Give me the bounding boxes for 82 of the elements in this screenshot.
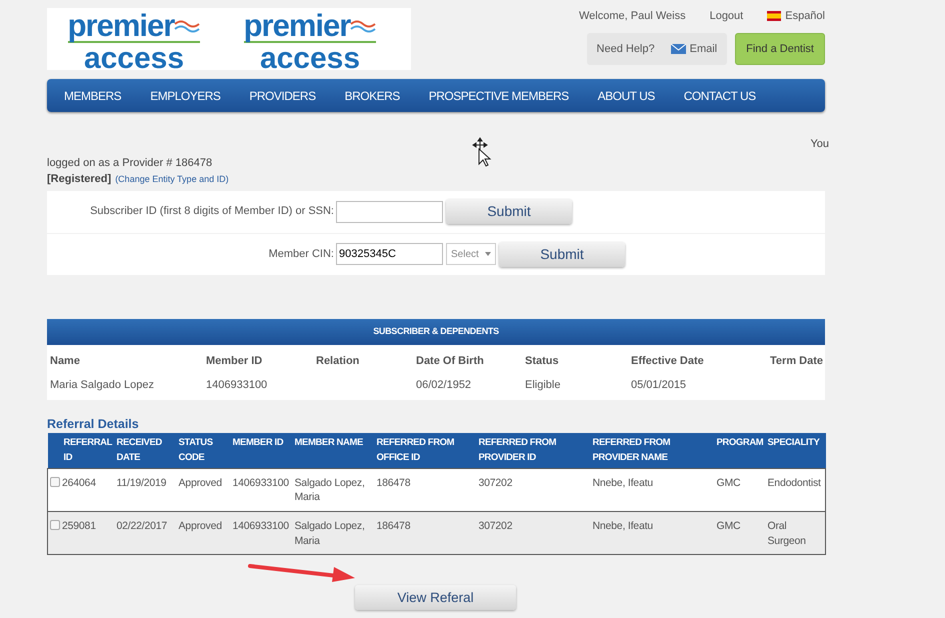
input-field[interactable] bbox=[336, 200, 443, 222]
checkbox[interactable] bbox=[50, 520, 60, 530]
field-label: Member CIN: bbox=[268, 246, 335, 262]
table-cell: 259081 bbox=[62, 520, 96, 532]
view-referral-button[interactable]: View Referal bbox=[355, 585, 516, 610]
column-header: Name bbox=[50, 354, 80, 366]
nav-link[interactable]: PROSPECTIVE MEMBERS bbox=[428, 86, 569, 104]
table-cell: 1406933100 bbox=[206, 379, 268, 391]
wave-icon bbox=[350, 18, 376, 32]
column-header: PROGRAM bbox=[714, 433, 766, 468]
checkbox[interactable] bbox=[50, 476, 60, 487]
table-cell: 05/01/2015 bbox=[631, 379, 686, 391]
email-link[interactable]: Email bbox=[670, 40, 718, 57]
table-cell: Nnebe, Ifeatu bbox=[592, 520, 653, 532]
table-cell: Salgado Lopez, Maria bbox=[294, 476, 365, 504]
table-cell: 02/22/2017 bbox=[116, 520, 168, 532]
table-cell: GMC bbox=[716, 520, 740, 532]
help-text: Need Help? bbox=[596, 42, 655, 56]
table-cell: 264064 bbox=[62, 476, 96, 489]
nav-link[interactable]: ABOUT US bbox=[598, 86, 655, 104]
column-header: MEMBER ID bbox=[230, 433, 292, 468]
table-cell: Approved bbox=[178, 520, 222, 532]
column-header: Status bbox=[525, 354, 559, 366]
column-header: Date Of Birth bbox=[416, 354, 484, 366]
logo-text: access bbox=[84, 43, 184, 74]
submit-button[interactable]: Submit bbox=[446, 199, 572, 224]
nav-link[interactable]: CONTACT US bbox=[684, 86, 756, 104]
table-cell: Oral Surgeon bbox=[768, 520, 806, 547]
find-dentist-button[interactable]: Find a Dentist bbox=[735, 32, 825, 65]
nav-link[interactable]: EMPLOYERS bbox=[150, 86, 220, 104]
column-header: Relation bbox=[316, 354, 360, 366]
submit-button[interactable]: Submit bbox=[499, 242, 625, 266]
select-dropdown[interactable]: Select bbox=[446, 243, 496, 265]
wave-icon bbox=[174, 18, 200, 32]
column-header: STATUS CODE bbox=[176, 433, 230, 468]
field-label: Subscriber ID (first 8 digits of Member ID) or SSN: bbox=[89, 204, 335, 220]
column-header: REFERRED FROM PROVIDER ID bbox=[476, 433, 590, 468]
section-title: Referral Details bbox=[47, 416, 140, 432]
nav-link[interactable]: BROKERS bbox=[344, 86, 400, 104]
table-cell: Salgado Lopez, Maria bbox=[294, 520, 365, 547]
logout-link[interactable]: Logout bbox=[710, 8, 744, 24]
welcome-text: Welcome, Paul Weiss bbox=[579, 9, 686, 24]
logo-text: premier bbox=[244, 10, 350, 41]
column-header: REFERRED FROM PROVIDER NAME bbox=[590, 433, 714, 468]
flag-icon bbox=[767, 11, 782, 22]
column-header: Member ID bbox=[206, 354, 262, 366]
table-cell: 186478 bbox=[376, 476, 410, 489]
select-text: Select bbox=[451, 248, 479, 262]
column-header: MEMBER NAME bbox=[292, 433, 374, 468]
table-cell: 186478 bbox=[376, 520, 410, 532]
envelope-icon bbox=[670, 44, 686, 54]
change-entity-link[interactable]: (Change Entity Type and ID) bbox=[115, 172, 229, 186]
section-header: SUBSCRIBER & DEPENDENTS bbox=[47, 318, 825, 344]
table-cell: 1406933100 bbox=[232, 476, 289, 489]
table-cell: Nnebe, Ifeatu bbox=[592, 476, 653, 489]
table-cell: 307202 bbox=[478, 476, 512, 489]
input-field[interactable]: 90325345C bbox=[336, 243, 443, 265]
caret-icon bbox=[485, 252, 491, 256]
column-header: REFERRAL ID bbox=[48, 433, 114, 468]
column-header: RECEIVED DATE bbox=[114, 433, 176, 468]
logo-text: premier bbox=[68, 10, 174, 41]
nav-link[interactable]: MEMBERS bbox=[64, 86, 122, 104]
table-cell: 06/02/1952 bbox=[416, 379, 472, 391]
column-header: Term Date bbox=[770, 354, 823, 366]
table-cell: Eligible bbox=[525, 379, 560, 391]
column-header: REFERRED FROM OFFICE ID bbox=[374, 433, 476, 468]
login-text: You bbox=[810, 138, 829, 150]
table-cell: 1406933100 bbox=[232, 520, 289, 532]
column-header: Effective Date bbox=[631, 354, 704, 366]
nav-link[interactable]: PROVIDERS bbox=[249, 86, 316, 104]
column-header: SPECIALITY bbox=[766, 433, 826, 468]
table-cell: GMC bbox=[716, 476, 740, 489]
table-cell: Maria Salgado Lopez bbox=[50, 379, 154, 391]
status-text: [Registered] bbox=[47, 172, 112, 187]
cursor-icon bbox=[470, 137, 492, 167]
logo-text: access bbox=[260, 43, 360, 74]
table-cell: 11/19/2019 bbox=[116, 476, 166, 489]
table-cell: Approved bbox=[178, 476, 222, 489]
login-text: logged on as a Provider # 186478 bbox=[47, 156, 212, 168]
table-cell: 307202 bbox=[478, 520, 512, 532]
language-link[interactable]: Español bbox=[767, 8, 825, 24]
table-cell: Endodontist bbox=[768, 476, 821, 489]
